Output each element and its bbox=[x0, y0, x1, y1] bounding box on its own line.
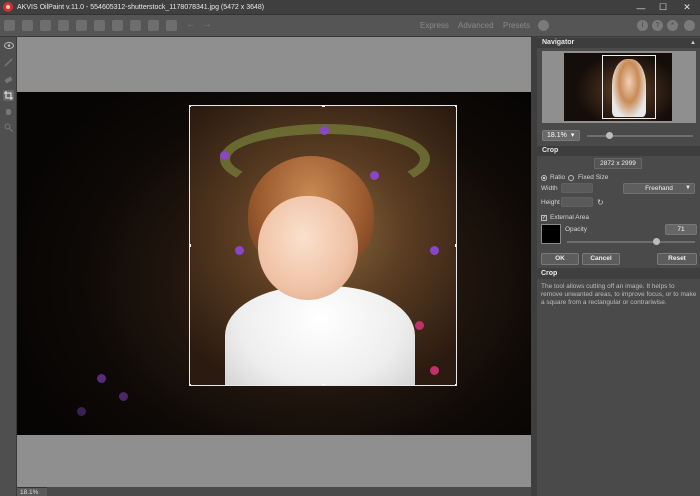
pink-flower bbox=[415, 321, 424, 330]
rotate-icon[interactable]: ↻ bbox=[597, 198, 604, 207]
cancel-button[interactable]: Cancel bbox=[582, 253, 620, 265]
save-image-icon[interactable] bbox=[22, 20, 33, 31]
canvas-icon[interactable] bbox=[94, 20, 105, 31]
crop-handle-bottom[interactable] bbox=[322, 384, 325, 385]
maximize-button[interactable]: ☐ bbox=[652, 0, 674, 15]
photo bbox=[17, 92, 531, 435]
child-dress bbox=[225, 286, 415, 385]
width-field[interactable] bbox=[561, 183, 593, 193]
crop-header: Crop bbox=[537, 146, 700, 156]
opacity-label: Opacity bbox=[565, 226, 588, 233]
collapse-icon[interactable]: ▲ bbox=[690, 38, 696, 48]
crop-icon[interactable] bbox=[3, 90, 14, 101]
crop-handle-top[interactable] bbox=[322, 106, 325, 107]
share-icon[interactable] bbox=[40, 20, 51, 31]
text-icon[interactable] bbox=[130, 20, 141, 31]
crop-handle-bottom-right[interactable] bbox=[455, 384, 456, 385]
notifications-icon[interactable] bbox=[684, 20, 695, 31]
crop-handle-top-right[interactable] bbox=[455, 106, 456, 107]
crop-section-title: Crop bbox=[542, 147, 559, 154]
tool-panel bbox=[0, 37, 17, 496]
navigator-title: Navigator bbox=[542, 39, 575, 46]
minimize-button[interactable]: — bbox=[630, 0, 652, 15]
navigator-preview[interactable] bbox=[542, 51, 696, 123]
window-title: AKVIS OilPaint v.11.0 - 554605312-shutte… bbox=[17, 3, 265, 11]
ratio-label: Ratio bbox=[550, 174, 566, 181]
chevron-down-icon: ▼ bbox=[685, 185, 691, 191]
height-label: Height bbox=[541, 199, 560, 206]
wreath-flower bbox=[220, 151, 229, 160]
eye-icon[interactable] bbox=[3, 40, 14, 51]
reset-button[interactable]: Reset bbox=[657, 253, 697, 265]
print-icon[interactable] bbox=[58, 20, 69, 31]
crop-handle-right[interactable] bbox=[455, 244, 456, 247]
wreath-flower bbox=[320, 126, 329, 135]
help-icon[interactable]: ? bbox=[652, 20, 663, 31]
canvas-zoom-indicator: 18.1% bbox=[17, 487, 47, 496]
frame-icon[interactable] bbox=[112, 20, 123, 31]
external-area-color-swatch[interactable] bbox=[541, 224, 561, 244]
help-text: The tool allows cutting off an image. It… bbox=[541, 283, 697, 306]
crop-handle-bottom-left[interactable] bbox=[190, 384, 191, 385]
tab-presets[interactable]: Presets bbox=[503, 21, 530, 30]
help-title: Crop bbox=[537, 268, 700, 279]
window-controls: — ☐ ✕ bbox=[630, 0, 700, 15]
external-area-label: External Area bbox=[550, 214, 590, 221]
background-flower bbox=[77, 407, 86, 416]
aspect-value: Freehand bbox=[645, 185, 673, 192]
open-image-icon[interactable] bbox=[4, 20, 15, 31]
zoom-slider-thumb[interactable] bbox=[606, 132, 613, 139]
opacity-field[interactable]: 71 bbox=[665, 224, 697, 235]
opacity-slider[interactable] bbox=[567, 241, 695, 243]
pink-flower bbox=[430, 366, 439, 375]
ok-button[interactable]: OK bbox=[541, 253, 579, 265]
crop-frame[interactable] bbox=[189, 105, 457, 386]
opacity-slider-thumb[interactable] bbox=[653, 238, 660, 245]
wreath-flower bbox=[235, 246, 244, 255]
zoom-slider[interactable] bbox=[587, 135, 693, 137]
crop-size-display: 2872 x 2999 bbox=[594, 158, 642, 169]
wreath-flower bbox=[430, 246, 439, 255]
after-icon[interactable] bbox=[166, 20, 177, 31]
navigator-thumbnail bbox=[564, 53, 672, 121]
navigator-view-frame[interactable] bbox=[602, 55, 656, 119]
batch-icon[interactable] bbox=[76, 20, 87, 31]
background-flower bbox=[97, 374, 106, 383]
undo-icon[interactable]: ← bbox=[186, 19, 196, 30]
fixed-size-radio[interactable] bbox=[568, 175, 574, 181]
redo-icon[interactable]: → bbox=[202, 19, 212, 30]
presets-circle-icon[interactable] bbox=[538, 20, 549, 31]
navigator-header[interactable]: Navigator ▲ bbox=[537, 38, 700, 48]
status-bar bbox=[47, 487, 531, 496]
tab-express[interactable]: Express bbox=[420, 21, 449, 30]
info-icon[interactable]: i bbox=[637, 20, 648, 31]
title-bar: AKVIS OilPaint v.11.0 - 554605312-shutte… bbox=[0, 0, 700, 15]
close-button[interactable]: ✕ bbox=[674, 0, 700, 15]
zoom-icon[interactable] bbox=[3, 122, 14, 133]
settings-icon[interactable]: * bbox=[667, 20, 678, 31]
eraser-icon[interactable] bbox=[3, 74, 14, 85]
before-icon[interactable] bbox=[148, 20, 159, 31]
child-face bbox=[258, 196, 358, 300]
zoom-select[interactable]: 18.1% ▾ bbox=[542, 130, 580, 141]
ratio-radio[interactable] bbox=[541, 175, 547, 181]
hand-icon[interactable] bbox=[3, 106, 14, 117]
aspect-ratio-select[interactable]: Freehand ▼ bbox=[623, 183, 695, 194]
settings-panel: Navigator ▲ 18.1% ▾ Crop 2872 x 2999 Rat… bbox=[537, 37, 700, 496]
crop-handle-left[interactable] bbox=[190, 244, 191, 247]
width-label: Width bbox=[541, 185, 558, 192]
height-field[interactable] bbox=[561, 197, 593, 207]
image-canvas[interactable] bbox=[17, 37, 531, 487]
fixed-size-label: Fixed Size bbox=[578, 174, 609, 181]
main-toolbar: ← → Express Advanced Presets i ? * bbox=[0, 15, 700, 37]
brush-icon[interactable] bbox=[3, 57, 14, 68]
external-area-checkbox[interactable]: ✓ bbox=[541, 215, 547, 221]
app-logo-icon bbox=[3, 2, 13, 12]
tab-advanced[interactable]: Advanced bbox=[458, 21, 494, 30]
crop-handle-top-left[interactable] bbox=[190, 106, 191, 107]
chevron-down-icon: ▾ bbox=[570, 132, 575, 139]
wreath-flower bbox=[370, 171, 379, 180]
background-flower bbox=[119, 392, 128, 401]
zoom-value: 18.1% bbox=[547, 132, 567, 139]
